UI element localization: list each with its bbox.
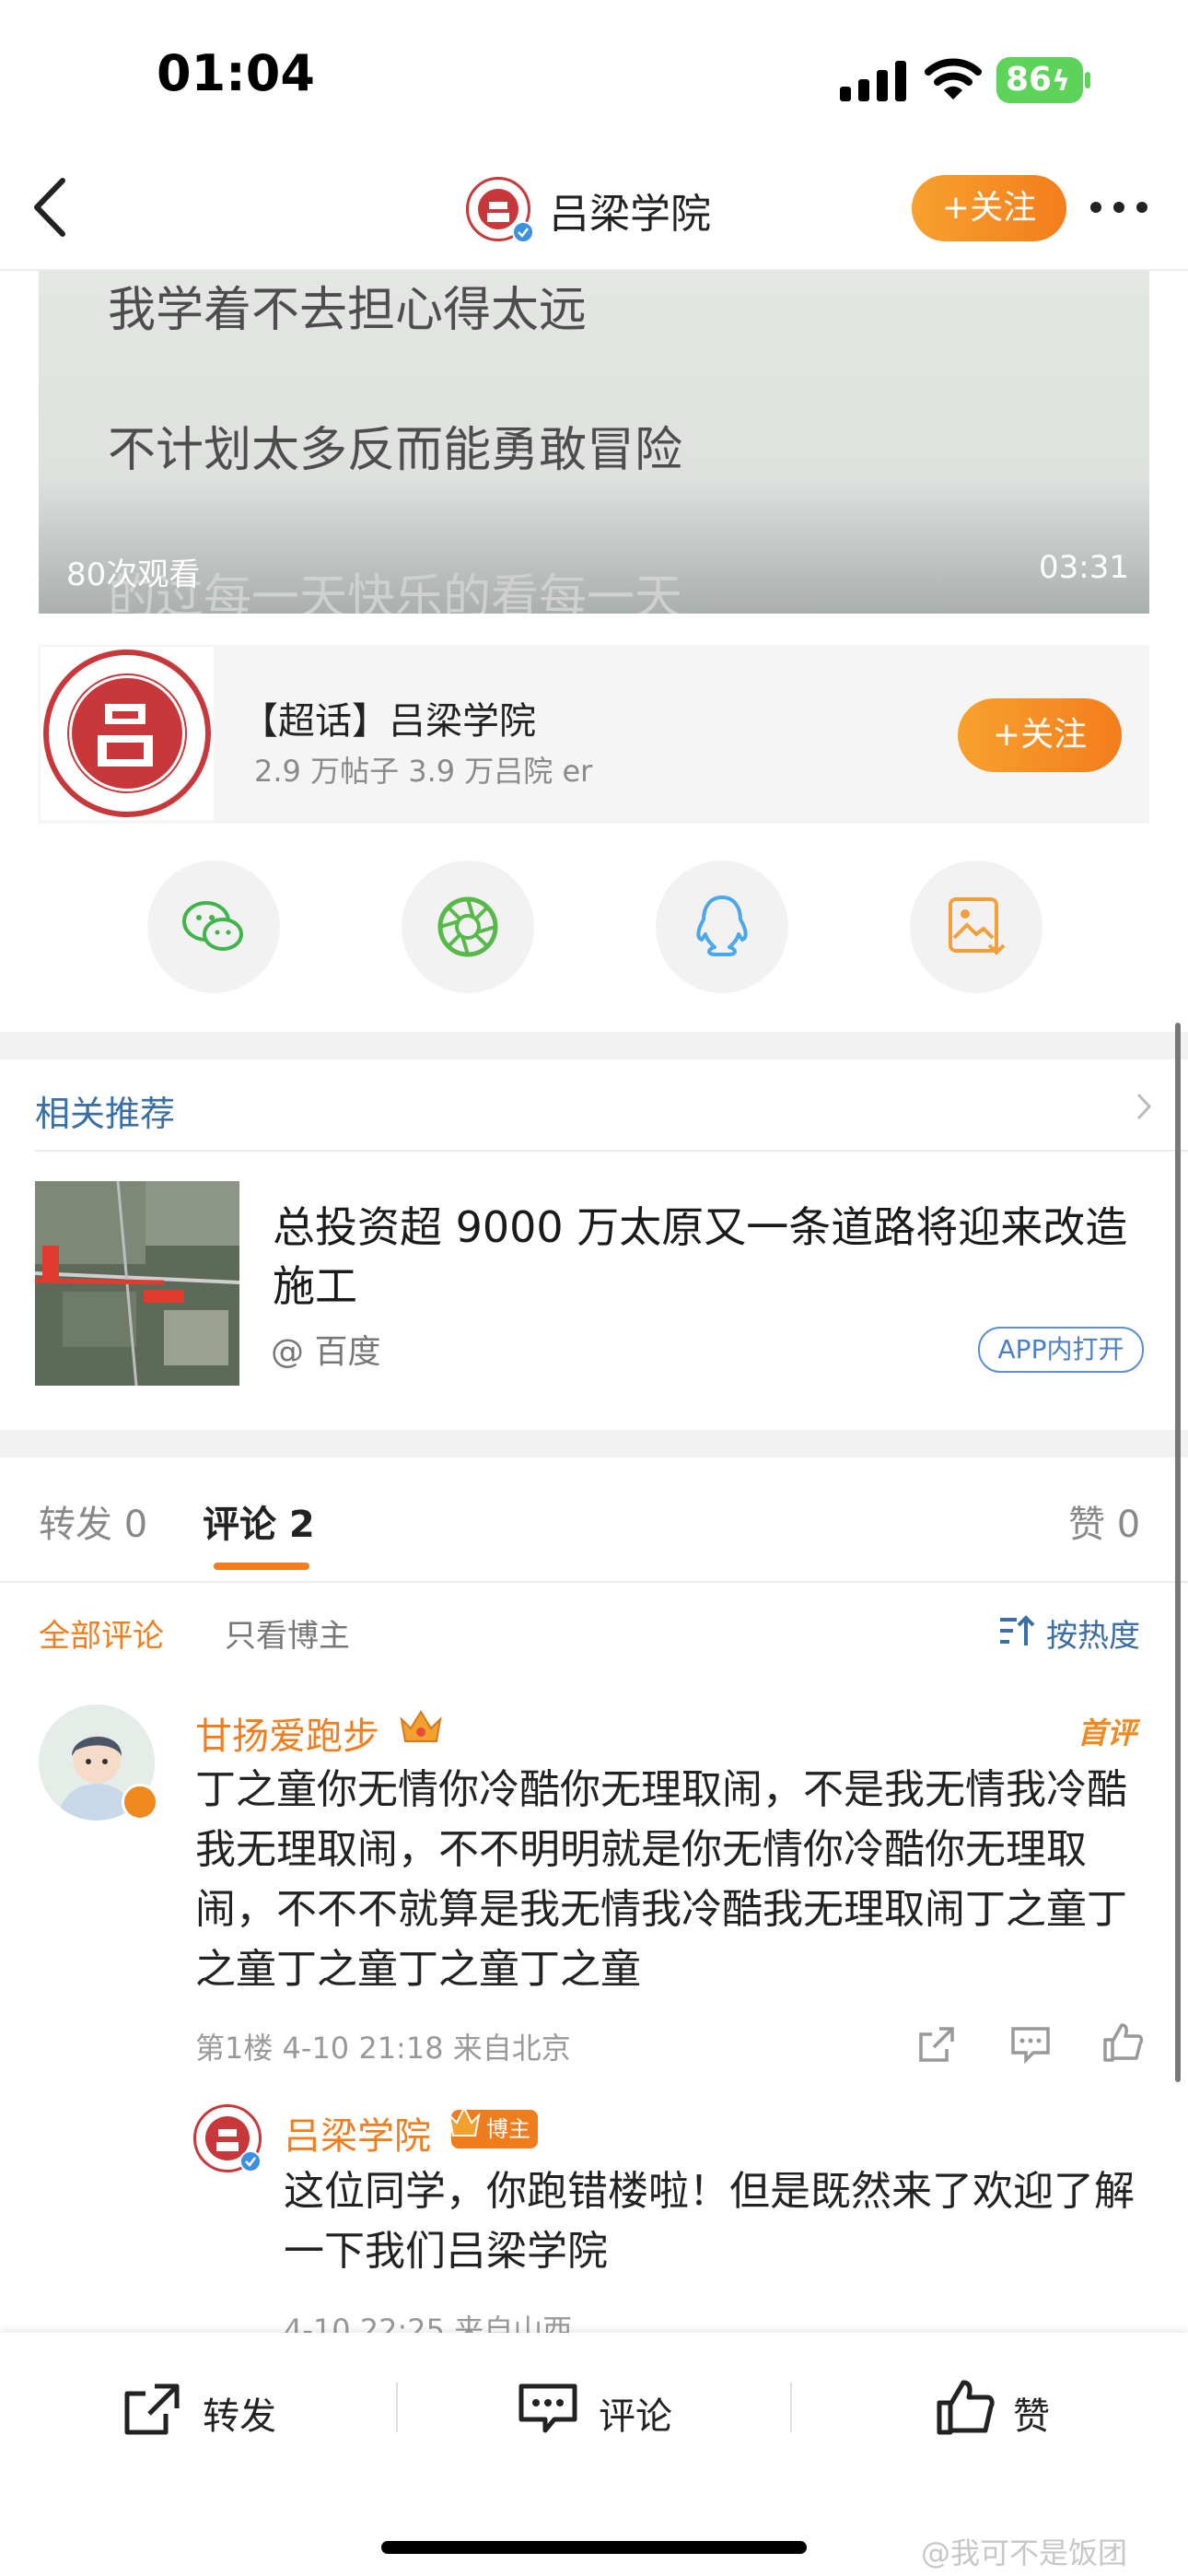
wechat-icon: [182, 901, 243, 951]
comment-button[interactable]: 评论: [599, 2386, 672, 2440]
save-image-button[interactable]: [910, 861, 1042, 993]
open-in-app-button[interactable]: APP内打开: [978, 1327, 1144, 1373]
moments-icon: [437, 896, 498, 957]
related-divider: [35, 1150, 1188, 1152]
satellite-map-image: [35, 1181, 239, 1386]
active-tab-indicator: [214, 1563, 309, 1570]
qq-icon: [696, 896, 748, 956]
related-section-title: 相关推荐: [35, 1094, 176, 1134]
tab-repost[interactable]: 转发 0: [39, 1494, 147, 1548]
supertopic-title[interactable]: 【超话】吕梁学院: [241, 691, 536, 744]
first-comment-badge: 首评: [1077, 1715, 1137, 1751]
battery-nub: [1085, 72, 1090, 88]
scrollbar[interactable]: [1175, 1023, 1181, 2082]
like-button[interactable]: 赞: [1013, 2386, 1050, 2440]
reply-icon[interactable]: [1009, 2023, 1052, 2066]
supertopic-stats: 2.9 万帖子 3.9 万吕院 er: [254, 754, 593, 789]
home-indicator[interactable]: [381, 2541, 807, 2554]
related-thumbnail[interactable]: [35, 1181, 239, 1386]
watermark: @我可不是饭团: [921, 2535, 1128, 2570]
crown-icon: [448, 2105, 481, 2137]
verified-badge: [122, 1784, 158, 1821]
share-wechat-button[interactable]: [147, 861, 280, 993]
charging-bolt-icon: ϟ: [1052, 65, 1070, 98]
comment-text: 丁之童你无情你冷酷你无理取闹，不是我无情我冷酷我无理取闹，不不明明就是你无情你冷…: [195, 1766, 1127, 1993]
wifi-icon: [925, 58, 982, 100]
section-divider: [0, 1032, 1188, 1060]
share-qq-button[interactable]: [656, 861, 788, 993]
reply-author-name[interactable]: 吕梁学院: [284, 2106, 431, 2160]
save-image-icon: [949, 897, 1006, 955]
battery-indicator: 86ϟ: [996, 57, 1083, 103]
bottom-separator: [396, 2383, 398, 2432]
comment-icon[interactable]: [518, 2381, 578, 2438]
like-icon[interactable]: [936, 2379, 996, 2436]
status-time: 01:04: [157, 44, 315, 102]
crown-icon: [400, 1710, 442, 1742]
verified-icon: [239, 2150, 262, 2172]
tab-like[interactable]: 赞 0: [1068, 1494, 1140, 1548]
video-lyric-line-1: 我学着不去担心得太远: [108, 283, 588, 338]
verified-icon: [512, 221, 534, 243]
cellular-signal-icon: [840, 61, 906, 101]
repost-button[interactable]: 转发: [203, 2386, 276, 2440]
header-follow-button[interactable]: +关注: [912, 175, 1066, 241]
chevron-right-icon[interactable]: [1135, 1091, 1153, 1122]
related-source: @ 百度: [271, 1333, 381, 1371]
back-icon[interactable]: [28, 175, 74, 240]
commenter-name[interactable]: 甘扬爱跑步: [195, 1706, 379, 1760]
filter-author-only[interactable]: 只看博主: [225, 1610, 350, 1656]
share-moments-button[interactable]: [402, 861, 534, 993]
comment-meta: 第1楼 4-10 21:18 来自北京: [195, 2031, 571, 2066]
more-options-icon[interactable]: [1087, 198, 1151, 217]
repost-icon[interactable]: [122, 2381, 182, 2438]
tabs-divider: [0, 1581, 1188, 1583]
college-seal-icon: [43, 650, 211, 817]
reply-text: 这位同学，你跑错楼啦！但是既然来了欢迎了解一下我们吕梁学院: [284, 2168, 1135, 2275]
bottom-separator: [790, 2383, 792, 2432]
video-lyric-line-2: 不计划太多反而能勇敢冒险: [108, 423, 683, 478]
battery-level: 86: [1006, 61, 1053, 99]
page-title: 吕梁学院: [549, 191, 711, 238]
video-player[interactable]: 我学着不去担心得太远 不计划太多反而能勇敢冒险 的过每一天快乐的看每一天: [39, 271, 1149, 614]
share-icon[interactable]: [915, 2023, 958, 2066]
video-duration: 03:31: [1039, 549, 1129, 586]
sort-icon[interactable]: [998, 1614, 1035, 1647]
related-headline[interactable]: 总投资超 9000 万太原又一条道路将迎来改造施工: [273, 1198, 1129, 1316]
filter-all-comments[interactable]: 全部评论: [39, 1610, 164, 1656]
tab-comment[interactable]: 评论 2: [203, 1494, 315, 1548]
video-view-count: 80次观看: [66, 556, 201, 593]
supertopic-follow-button[interactable]: +关注: [958, 698, 1122, 772]
sort-by-popularity[interactable]: 按热度: [1046, 1610, 1140, 1656]
like-icon[interactable]: [1101, 2021, 1144, 2064]
supertopic-logo: [41, 647, 214, 820]
section-divider: [0, 1430, 1188, 1458]
